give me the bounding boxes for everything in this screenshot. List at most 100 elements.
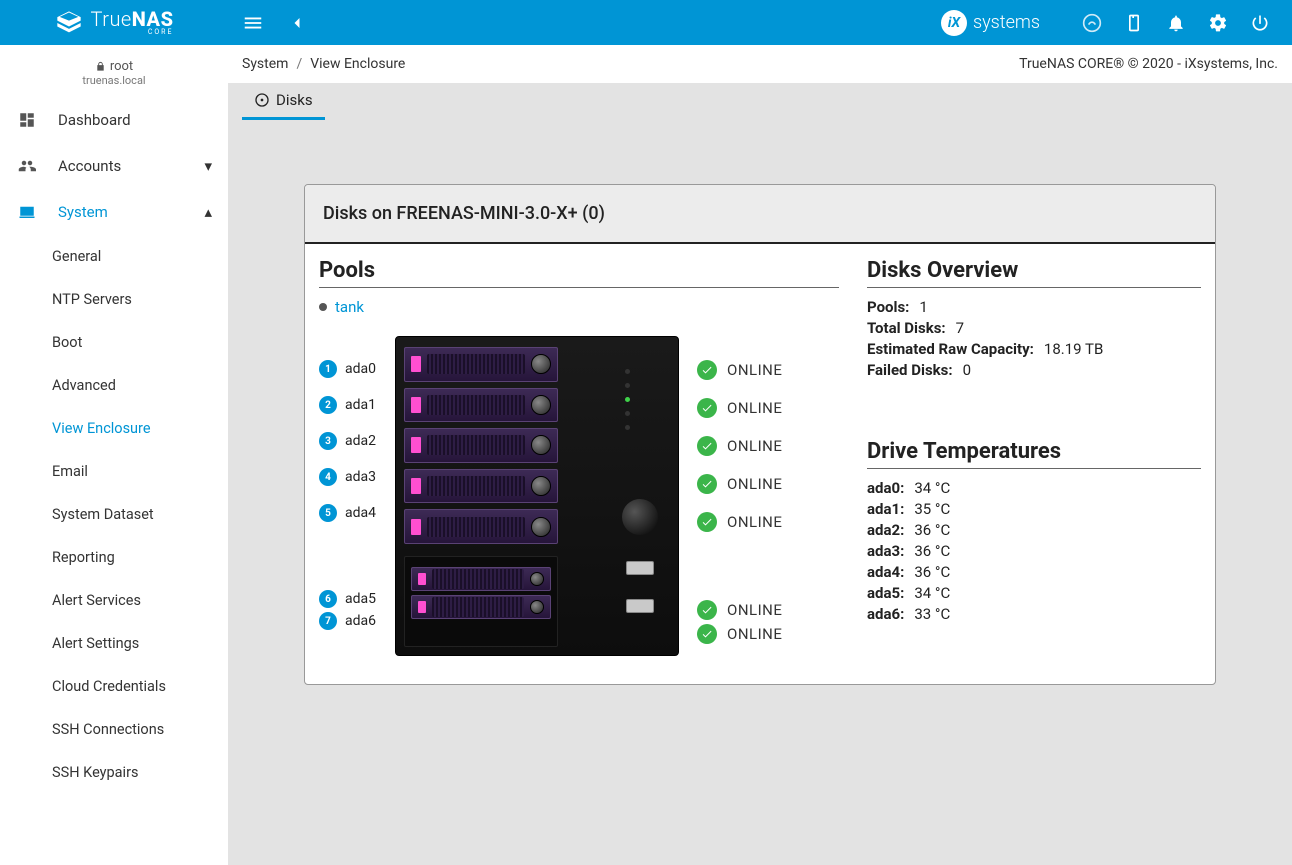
drive-bay[interactable] <box>404 428 558 463</box>
kv-label: Failed Disks: <box>867 361 953 379</box>
temp-label: ada0: <box>867 479 904 497</box>
pool-name: tank <box>335 298 364 316</box>
card-title: Disks on FREENAS-MINI-3.0-X+ (0) <box>305 185 1215 244</box>
breadcrumb-page: View Enclosure <box>310 56 405 72</box>
drive-bay[interactable] <box>404 469 558 504</box>
disk-label[interactable]: 2ada1 <box>319 396 395 414</box>
disk-label[interactable]: 3ada2 <box>319 432 395 450</box>
check-icon <box>697 474 717 494</box>
temp-value: 36 °C <box>914 542 950 560</box>
sub-ssh-connections[interactable]: SSH Connections <box>0 708 228 751</box>
brand-edition: CORE <box>148 29 174 36</box>
drive-bay[interactable] <box>404 388 558 423</box>
temp-value: 36 °C <box>914 563 950 581</box>
sub-view-enclosure[interactable]: View Enclosure <box>0 407 228 450</box>
sub-alert-settings[interactable]: Alert Settings <box>0 622 228 665</box>
tabs: Disks <box>228 83 1292 120</box>
kv-label: Pools: <box>867 298 909 316</box>
disk-label[interactable]: 4ada3 <box>319 468 395 486</box>
sub-system-dataset[interactable]: System Dataset <box>0 493 228 536</box>
pools-heading: Pools <box>319 258 839 288</box>
disk-status: ONLINE <box>697 436 782 456</box>
sidebar: root truenas.local Dashboard Accounts ▾ … <box>0 45 228 865</box>
sub-ssh-keypairs[interactable]: SSH Keypairs <box>0 751 228 794</box>
disk-status: ONLINE <box>697 624 782 644</box>
temp-label: ada4: <box>867 563 904 581</box>
sub-reporting[interactable]: Reporting <box>0 536 228 579</box>
user-name: root <box>110 59 133 74</box>
disk-status: ONLINE <box>697 360 782 380</box>
temp-label: ada5: <box>867 584 904 602</box>
disk-status: ONLINE <box>697 474 782 494</box>
temp-label: ada1: <box>867 500 904 518</box>
disk-icon <box>254 92 270 108</box>
pool-status-dot <box>319 303 327 311</box>
temp-label: ada6: <box>867 605 904 623</box>
back-icon[interactable] <box>284 10 310 36</box>
kv-value: 0 <box>963 361 971 379</box>
power-button-graphic <box>622 499 658 535</box>
kv-value: 1 <box>919 298 927 316</box>
nav-label: Dashboard <box>58 111 131 129</box>
sub-boot[interactable]: Boot <box>0 321 228 364</box>
usb-port-graphic <box>626 561 654 575</box>
power-icon[interactable] <box>1250 13 1270 33</box>
temp-label: ada3: <box>867 542 904 560</box>
temp-value: 34 °C <box>914 479 950 497</box>
disk-label[interactable]: 6ada5 <box>319 590 395 608</box>
temp-value: 35 °C <box>914 500 950 518</box>
settings-icon[interactable] <box>1208 13 1228 33</box>
breadcrumb-root[interactable]: System <box>242 56 288 72</box>
alerts-icon[interactable] <box>1166 13 1186 33</box>
disk-label[interactable]: 7ada6 <box>319 612 395 630</box>
disk-labels: 1ada0 2ada1 3ada2 4ada3 5ada4 6ada5 7ada… <box>319 336 395 630</box>
user-box: root truenas.local <box>0 45 228 97</box>
nav-label: System <box>58 203 108 221</box>
disk-status: ONLINE <box>697 398 782 418</box>
drive-bay[interactable] <box>404 347 558 382</box>
nav-dashboard[interactable]: Dashboard <box>0 97 228 143</box>
ix-mark-icon: iX <box>941 10 967 36</box>
sub-ntp-servers[interactable]: NTP Servers <box>0 278 228 321</box>
clipboard-icon[interactable] <box>1124 13 1144 33</box>
usb-port-graphic <box>626 599 654 613</box>
temp-value: 33 °C <box>914 605 950 623</box>
check-icon <box>697 436 717 456</box>
drive-bay[interactable] <box>404 509 558 544</box>
dashboard-icon <box>16 111 38 129</box>
disk-status: ONLINE <box>697 512 782 532</box>
sub-cloud-credentials[interactable]: Cloud Credentials <box>0 665 228 708</box>
menu-toggle-icon[interactable] <box>240 10 266 36</box>
disk-label[interactable]: 1ada0 <box>319 360 395 378</box>
brand-logo[interactable]: TrueNAS CORE <box>0 9 228 37</box>
overview-heading: Disks Overview <box>867 258 1201 288</box>
chevron-down-icon: ▾ <box>204 157 212 175</box>
top-bar: TrueNAS CORE iX systems <box>0 0 1292 45</box>
temp-value: 36 °C <box>914 521 950 539</box>
enclosure-card: Disks on FREENAS-MINI-3.0-X+ (0) Pools t… <box>304 184 1216 685</box>
sub-general[interactable]: General <box>0 235 228 278</box>
ixsystems-logo[interactable]: iX systems <box>941 10 1040 36</box>
sub-email[interactable]: Email <box>0 450 228 493</box>
check-icon <box>697 600 717 620</box>
sub-advanced[interactable]: Advanced <box>0 364 228 407</box>
check-icon <box>697 512 717 532</box>
kv-label: Total Disks: <box>867 319 946 337</box>
main: System / View Enclosure TrueNAS CORE® © … <box>228 45 1292 865</box>
tab-disks[interactable]: Disks <box>242 83 325 120</box>
drive-bay[interactable] <box>411 595 551 619</box>
temp-value: 34 °C <box>914 584 950 602</box>
breadcrumb-bar: System / View Enclosure TrueNAS CORE® © … <box>228 45 1292 83</box>
kv-value: 18.19 TB <box>1044 340 1103 358</box>
copyright: TrueNAS CORE® © 2020 - iXsystems, Inc. <box>1019 56 1278 72</box>
sub-alert-services[interactable]: Alert Services <box>0 579 228 622</box>
temps-heading: Drive Temperatures <box>867 439 1201 469</box>
drive-bay[interactable] <box>411 567 551 591</box>
nav-label: Accounts <box>58 157 121 175</box>
kv-label: Estimated Raw Capacity: <box>867 340 1034 358</box>
truecommand-icon[interactable] <box>1082 13 1102 33</box>
pool-entry[interactable]: tank <box>319 298 839 316</box>
nav-accounts[interactable]: Accounts ▾ <box>0 143 228 189</box>
nav-system[interactable]: System ▴ <box>0 189 228 235</box>
disk-label[interactable]: 5ada4 <box>319 504 395 522</box>
